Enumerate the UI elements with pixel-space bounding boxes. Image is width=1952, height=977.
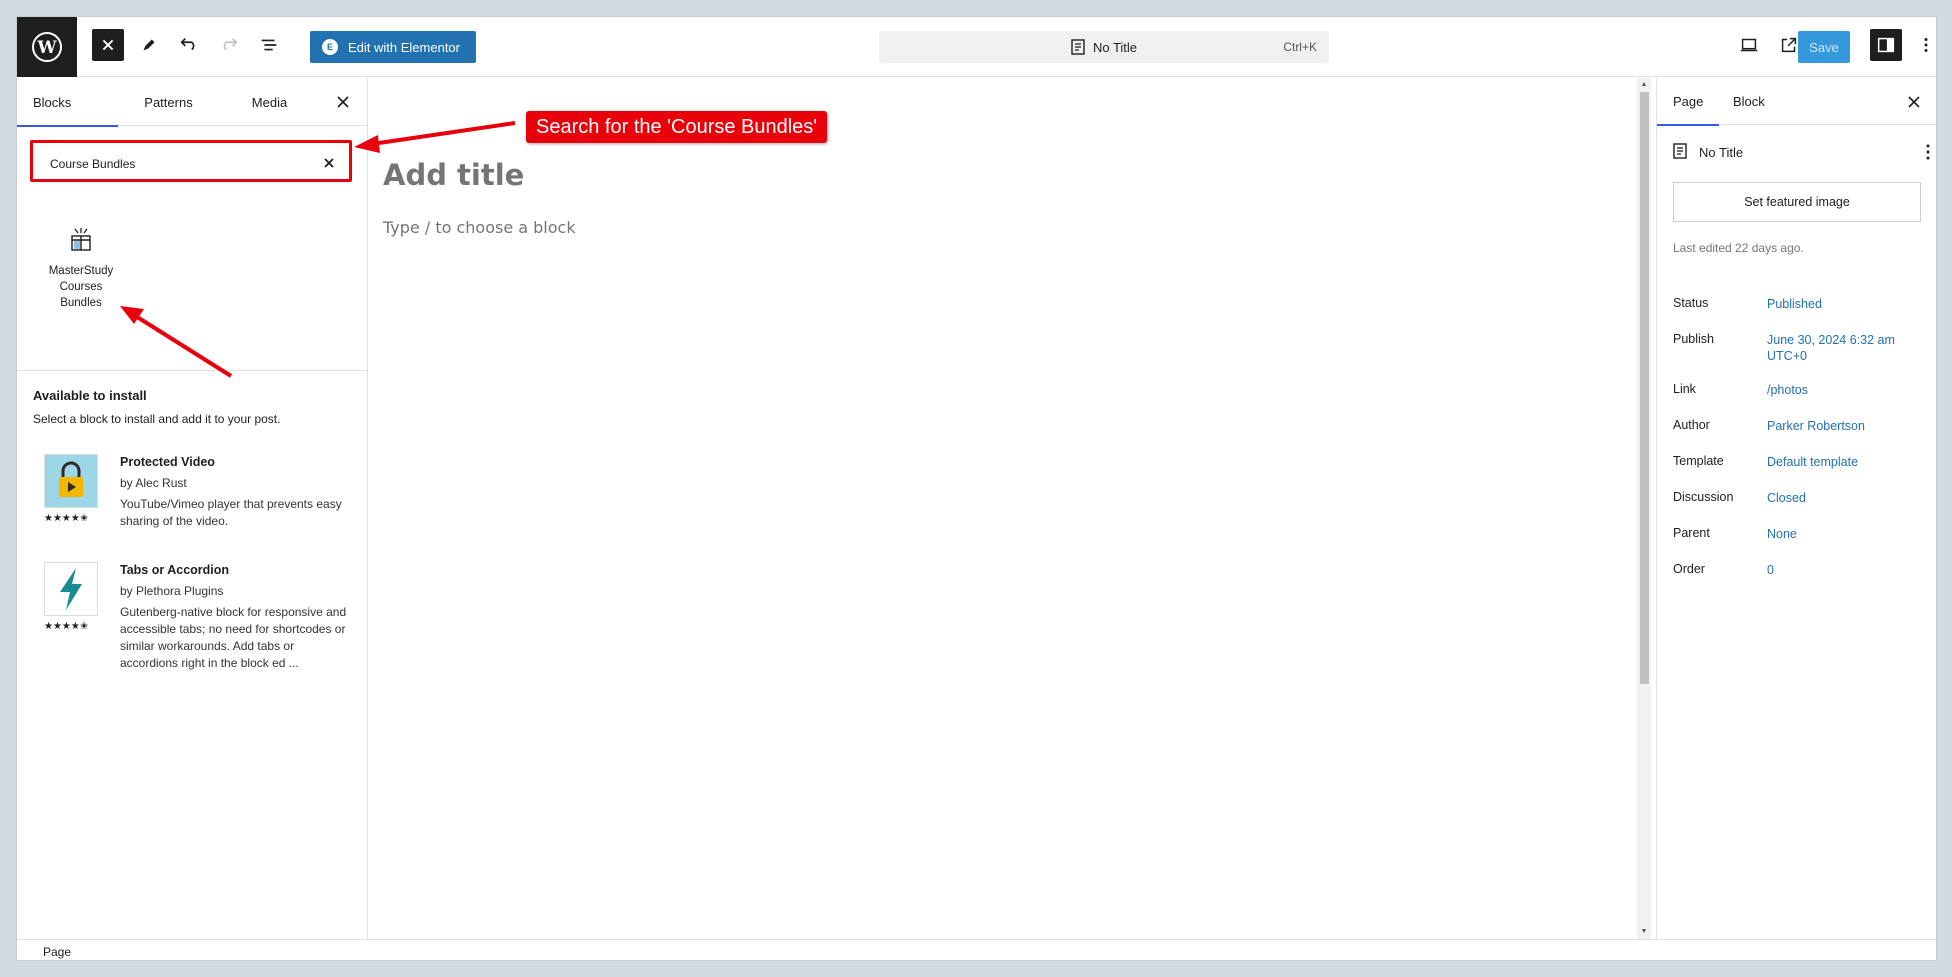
meta-label: Status xyxy=(1673,296,1709,310)
plugin-name: Protected Video xyxy=(120,455,215,469)
meta-value-link[interactable]: None xyxy=(1767,526,1917,542)
meta-label: Link xyxy=(1673,382,1696,396)
command-palette-bar[interactable]: No Title Ctrl+K xyxy=(879,31,1329,63)
meta-value-link[interactable]: Default template xyxy=(1767,454,1917,470)
set-featured-image-button[interactable]: Set featured image xyxy=(1673,182,1921,222)
canvas-scrollbar[interactable]: ▲ ▼ xyxy=(1637,78,1651,939)
meta-value-link[interactable]: /photos xyxy=(1767,382,1917,398)
lock-icon xyxy=(44,454,98,508)
tools-button[interactable] xyxy=(133,29,165,61)
preview-button[interactable] xyxy=(1733,29,1765,61)
page-icon xyxy=(1071,39,1085,55)
search-highlight-box xyxy=(30,140,352,182)
close-sidebar-icon[interactable] xyxy=(1902,90,1926,114)
editor-window: W E Edit with Elementor No Title Ctrl+K xyxy=(16,16,1937,961)
tab-page[interactable]: Page xyxy=(1657,78,1720,126)
scroll-up-icon[interactable]: ▲ xyxy=(1640,81,1648,89)
desktop-icon xyxy=(1740,38,1758,52)
more-vertical-icon xyxy=(1924,38,1928,52)
block-result-masterstudy-bundles[interactable]: MasterStudy Courses Bundles xyxy=(45,226,117,311)
meta-value-link[interactable]: Published xyxy=(1767,296,1917,312)
block-inserter-panel: Blocks Patterns Media MasterStudy Course… xyxy=(17,78,368,939)
divider xyxy=(17,370,367,371)
rating-stars: ★★★★✬ xyxy=(44,621,89,632)
gift-box-icon xyxy=(45,226,117,256)
meta-value-link[interactable]: June 30, 2024 6:32 am UTC+0 xyxy=(1767,332,1907,364)
plugin-description: YouTube/Vimeo player that prevents easy … xyxy=(120,497,342,528)
clear-search-icon[interactable] xyxy=(318,152,340,174)
document-title: No Title xyxy=(1699,144,1744,160)
sidebar-tabs: Page Block xyxy=(1657,78,1936,126)
settings-sidebar: Page Block No Title Set featured image L… xyxy=(1656,78,1936,939)
plugin-description: Gutenberg-native block for responsive an… xyxy=(120,605,347,670)
tab-block[interactable]: Block xyxy=(1717,78,1781,125)
meta-value-link[interactable]: Closed xyxy=(1767,490,1917,506)
editor-canvas[interactable]: Add title Type / to choose a block ▲ ▼ xyxy=(369,78,1651,939)
annotation-callout: Search for the 'Course Bundles' xyxy=(526,111,828,143)
inserter-tabs: Blocks Patterns Media xyxy=(17,78,367,127)
close-icon xyxy=(102,39,114,51)
meta-label: Discussion xyxy=(1673,490,1734,504)
meta-label: Template xyxy=(1673,454,1724,468)
scroll-down-icon[interactable]: ▼ xyxy=(1640,928,1648,936)
meta-value-link[interactable]: Parker Robertson xyxy=(1767,418,1917,434)
meta-label: Order xyxy=(1673,562,1705,576)
save-button[interactable]: Save xyxy=(1798,31,1850,63)
block-result-label: MasterStudy Courses Bundles xyxy=(48,265,114,309)
undo-button[interactable] xyxy=(173,29,205,61)
plugin-name: Tabs or Accordion xyxy=(120,563,230,577)
command-title: No Title xyxy=(1092,39,1138,55)
meta-label: Parent xyxy=(1673,526,1710,540)
tab-patterns[interactable]: Patterns xyxy=(118,78,219,126)
close-inserter-button[interactable] xyxy=(92,29,124,61)
editor-footer: Page xyxy=(17,939,1936,960)
edit-with-elementor-button[interactable]: E Edit with Elementor xyxy=(310,31,476,63)
breadcrumb[interactable]: Page xyxy=(43,945,71,959)
close-inserter-icon[interactable] xyxy=(331,90,355,114)
document-overview-button[interactable] xyxy=(253,29,285,61)
plugin-author: by Alec Rust xyxy=(120,476,187,490)
block-appender-hint[interactable]: Type / to choose a block xyxy=(383,218,576,237)
redo-button[interactable] xyxy=(213,29,245,61)
sidebar-icon xyxy=(1877,37,1895,53)
last-edited-text: Last edited 22 days ago. xyxy=(1673,241,1804,255)
page-icon xyxy=(1673,142,1687,162)
settings-toggle-button[interactable] xyxy=(1870,29,1902,61)
list-view-icon xyxy=(261,39,277,51)
elementor-button-label: Edit with Elementor xyxy=(348,39,460,55)
undo-icon xyxy=(180,37,195,51)
wordpress-logo-icon[interactable]: W xyxy=(17,17,77,77)
tab-blocks[interactable]: Blocks xyxy=(17,78,118,127)
meta-label: Author xyxy=(1673,418,1710,432)
tab-media[interactable]: Media xyxy=(219,78,320,126)
lightning-bolt-icon xyxy=(44,562,98,616)
top-toolbar: W E Edit with Elementor No Title Ctrl+K xyxy=(17,17,1936,77)
scrollbar-thumb[interactable] xyxy=(1640,92,1649,684)
available-to-install-heading: Available to install xyxy=(33,388,147,403)
elementor-icon: E xyxy=(322,39,338,55)
command-shortcut: Ctrl+K xyxy=(1283,40,1317,54)
plugin-author: by Plethora Plugins xyxy=(120,584,224,598)
redo-icon xyxy=(223,37,238,51)
svg-text:W: W xyxy=(36,38,57,58)
options-button[interactable] xyxy=(1910,29,1936,61)
search-field xyxy=(36,146,346,176)
external-link-icon xyxy=(1781,37,1797,53)
meta-value-link[interactable]: 0 xyxy=(1767,562,1917,578)
pencil-icon xyxy=(143,39,155,51)
post-title-placeholder[interactable]: Add title xyxy=(383,158,524,192)
document-actions-icon[interactable] xyxy=(1918,142,1936,162)
available-to-install-description: Select a block to install and add it to … xyxy=(33,412,281,426)
document-summary: No Title xyxy=(1673,140,1923,164)
block-search-input[interactable] xyxy=(50,154,300,174)
meta-label: Publish xyxy=(1673,332,1714,346)
rating-stars: ★★★★✬ xyxy=(44,513,89,524)
